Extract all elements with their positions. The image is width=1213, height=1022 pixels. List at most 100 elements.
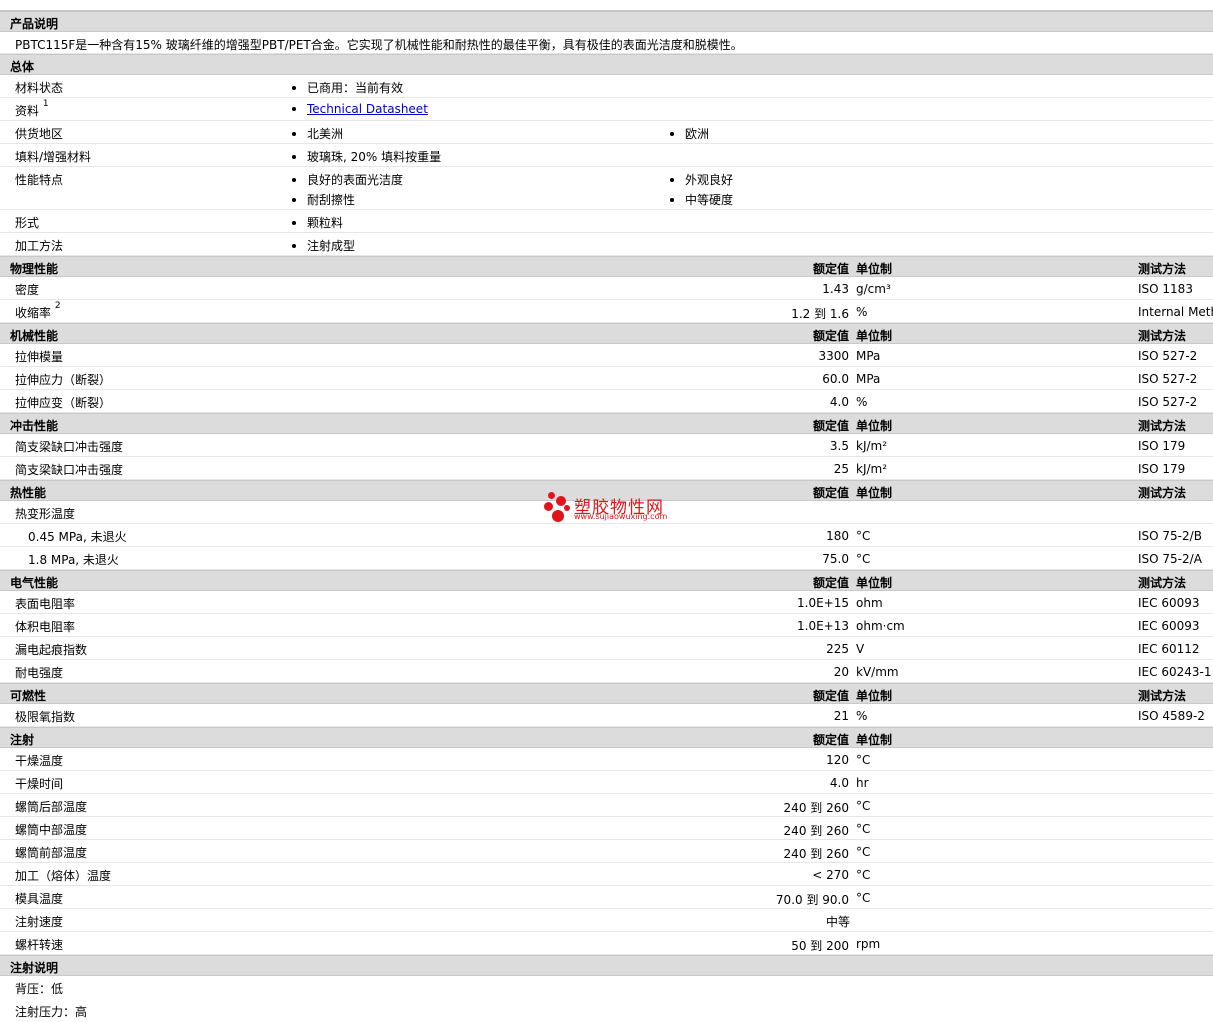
property-value: 3.5 (829, 439, 849, 453)
footnote-marker: 1 (42, 99, 49, 109)
property-label: 注射速度 (15, 915, 64, 929)
header-method: 测试方法 (1138, 329, 1187, 343)
section-physical: 物理性能 额定值 单位制 测试方法 (0, 256, 1213, 277)
property-value: 60.0 (822, 372, 849, 386)
property-value: 20 (833, 665, 849, 679)
bullet-item: 北美洲 (292, 125, 343, 142)
property-label: 螺杆转速 (15, 938, 64, 952)
property-row: 0.45 MPa, 未退火 180 °C ISO 75-2/B (0, 524, 1213, 547)
section-injection: 注射 额定值 单位制 (0, 727, 1213, 748)
row-filler: 填料/增强材料 玻璃珠, 20% 填料按重量 (0, 144, 1213, 167)
property-label: 密度 (15, 283, 40, 297)
property-label: 体积电阻率 (15, 620, 76, 634)
property-method: ISO 179 (1138, 462, 1186, 476)
header-method: 测试方法 (1138, 689, 1187, 703)
property-row: 螺筒后部温度 240 到 260 °C (0, 794, 1213, 817)
property-unit: % (856, 709, 868, 723)
section-general: 总体 (0, 54, 1213, 75)
bullet-item: 欧洲 (670, 125, 709, 142)
property-unit: °C (856, 822, 871, 836)
header-unit: 单位制 (856, 576, 893, 590)
property-label: 耐电强度 (15, 666, 64, 680)
property-row: 漏电起痕指数 225 V IEC 60112 (0, 637, 1213, 660)
logo-dot (552, 510, 564, 522)
property-row: 耐电强度 20 kV/mm IEC 60243-1 (0, 660, 1213, 683)
section-title: 可燃性 (10, 689, 47, 703)
property-label: 简支梁缺口冲击强度 (15, 463, 124, 477)
property-value: 240 到 260 (783, 847, 849, 861)
property-label: 干燥温度 (15, 754, 64, 768)
header-unit: 单位制 (856, 486, 893, 500)
property-row: 干燥时间 4.0 hr (0, 771, 1213, 794)
row-label: 材料状态 (15, 81, 64, 95)
property-method: ISO 527-2 (1138, 395, 1198, 409)
bullet-item: 耐刮擦性 (292, 191, 355, 208)
property-value: 120 (826, 753, 849, 767)
row-label: 加工方法 (15, 239, 64, 253)
property-method: ISO 527-2 (1138, 349, 1198, 363)
section-title: 热性能 (10, 486, 47, 500)
property-label: 拉伸应变（断裂） (15, 396, 112, 410)
property-row: 拉伸应力（断裂） 60.0 MPa ISO 527-2 (0, 367, 1213, 390)
property-row: 干燥温度 120 °C (0, 748, 1213, 771)
property-value: 75.0 (822, 552, 849, 566)
property-row: 收缩率 2 1.2 到 1.6 % Internal Metho (0, 300, 1213, 323)
section-title: 机械性能 (10, 329, 59, 343)
property-row: 螺筒中部温度 240 到 260 °C (0, 817, 1213, 840)
header-value: 额定值 (812, 576, 849, 590)
property-unit: °C (856, 891, 871, 905)
property-method: ISO 75-2/A (1138, 552, 1202, 566)
section-title: 电气性能 (10, 576, 59, 590)
property-method: IEC 60093 (1138, 596, 1200, 610)
property-unit: MPa (856, 349, 881, 363)
property-label: 漏电起痕指数 (15, 643, 88, 657)
section-electrical: 电气性能 额定值 单位制 测试方法 (0, 570, 1213, 591)
header-method: 测试方法 (1138, 486, 1187, 500)
property-value: 240 到 260 (783, 801, 849, 815)
watermark-url: www.sujiaowuxing.com (574, 512, 668, 521)
bullet-item: 中等硬度 (670, 191, 733, 208)
property-row: 极限氧指数 21 % ISO 4589-2 (0, 704, 1213, 727)
property-label: 拉伸模量 (15, 350, 64, 364)
section-title: 产品说明 (10, 17, 59, 31)
property-row: 拉伸模量 3300 MPa ISO 527-2 (0, 344, 1213, 367)
property-label: 螺筒后部温度 (15, 800, 88, 814)
row-form: 形式 颗粒料 (0, 210, 1213, 233)
header-unit: 单位制 (856, 262, 893, 276)
footnote-marker: 2 (54, 301, 61, 311)
property-value: 21 (833, 709, 849, 723)
section-product-description: 产品说明 (0, 11, 1213, 32)
technical-datasheet-link[interactable]: Technical Datasheet (307, 102, 428, 116)
property-label: 螺筒中部温度 (15, 823, 88, 837)
property-value: < 270 (812, 868, 849, 882)
property-unit: °C (856, 552, 871, 566)
property-unit: °C (856, 845, 871, 859)
property-unit: kJ/m² (856, 439, 888, 453)
section-title: 总体 (10, 60, 35, 74)
bullet-item: Technical Datasheet (292, 102, 428, 116)
property-row: 模具温度 70.0 到 90.0 °C (0, 886, 1213, 909)
bullet-item: 已商用：当前有效 (292, 79, 403, 96)
property-row: 简支梁缺口冲击强度 3.5 kJ/m² ISO 179 (0, 434, 1213, 457)
property-label: 1.8 MPa, 未退火 (28, 553, 119, 567)
header-value: 额定值 (812, 329, 849, 343)
row-features: 性能特点 良好的表面光洁度 外观良好 耐刮擦性 中等硬度 (0, 167, 1213, 210)
property-label: 模具温度 (15, 892, 64, 906)
property-method: ISO 75-2/B (1138, 529, 1202, 543)
property-label: 干燥时间 (15, 777, 64, 791)
header-unit: 单位制 (856, 689, 893, 703)
property-label: 拉伸应力（断裂） (15, 373, 112, 387)
property-row: 1.8 MPa, 未退火 75.0 °C ISO 75-2/A (0, 547, 1213, 570)
property-value: 50 到 200 (791, 939, 849, 953)
header-method: 测试方法 (1138, 419, 1187, 433)
property-unit: ohm (856, 596, 883, 610)
property-label: 表面电阻率 (15, 597, 76, 611)
property-value: 中等 (826, 915, 851, 929)
bullet-item: 良好的表面光洁度 (292, 171, 403, 188)
property-method: ISO 527-2 (1138, 372, 1198, 386)
property-value: 1.2 到 1.6 (791, 307, 849, 321)
header-value: 额定值 (812, 733, 849, 747)
header-value: 额定值 (812, 419, 849, 433)
property-value: 70.0 到 90.0 (775, 893, 849, 907)
property-value: 1.43 (822, 282, 849, 296)
